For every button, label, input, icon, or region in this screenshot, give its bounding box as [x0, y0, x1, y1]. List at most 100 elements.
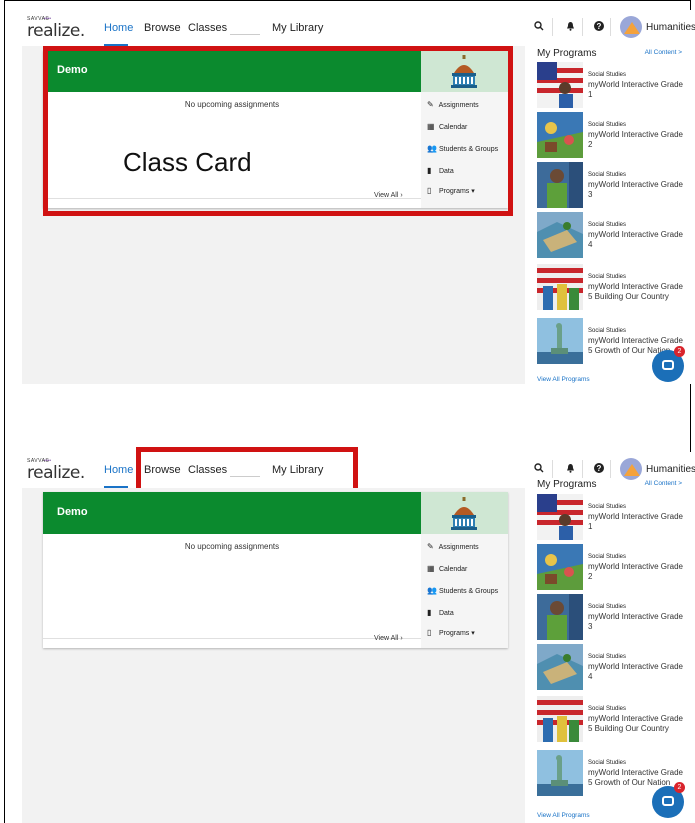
program-grade-5-building[interactable]: Social Studies myWorld Interactive Grade…: [537, 696, 687, 742]
program-subject: Social Studies: [588, 760, 627, 766]
view-all-programs-link[interactable]: View All Programs: [537, 812, 590, 819]
class-card-header[interactable]: Demo: [43, 492, 421, 534]
program-grade-3[interactable]: Social Studies myWorld Interactive Grade…: [537, 162, 687, 208]
program-grade-1[interactable]: Social Studies myWorld Interactive Grade…: [537, 62, 687, 108]
nav-home[interactable]: Home: [104, 464, 133, 476]
view-all-programs-link[interactable]: View All Programs: [537, 376, 590, 383]
program-grade-4[interactable]: Social Studies myWorld Interactive Grade…: [537, 212, 687, 258]
logo-word: realize.: [27, 463, 85, 483]
my-programs-title: My Programs: [537, 48, 597, 59]
programs-dropdown[interactable]: ▯ Programs ▾: [427, 628, 475, 637]
students-groups-label: Students & Groups: [438, 588, 499, 595]
programs-icon: ▯: [427, 628, 432, 637]
toolbar-separator: [552, 18, 553, 36]
avatar-shape: [624, 22, 640, 34]
program-subject: Social Studies: [588, 554, 627, 560]
program-thumbnail: [537, 750, 583, 796]
program-grade-1[interactable]: Social Studies myWorld Interactive Grade…: [537, 494, 687, 540]
program-name: myWorld Interactive Grade 5 Building Our…: [588, 282, 683, 301]
program-grade-2[interactable]: Social Studies myWorld Interactive Grade…: [537, 112, 687, 158]
program-name: myWorld Interactive Grade 4: [588, 662, 683, 681]
assignments-label: Assignments: [438, 544, 479, 551]
bell-icon[interactable]: [566, 463, 575, 476]
class-card-highlight: [43, 46, 513, 216]
assignments-icon: ✎: [427, 542, 434, 551]
program-grade-5-building[interactable]: Social Studies myWorld Interactive Grade…: [537, 264, 687, 310]
no-upcoming-assignments: No upcoming assignments: [184, 542, 280, 551]
bell-icon[interactable]: [566, 21, 575, 34]
program-name: myWorld Interactive Grade 3: [588, 180, 683, 199]
program-thumbnail: [537, 318, 583, 364]
program-thumbnail: [537, 112, 583, 158]
program-thumbnail: [537, 212, 583, 258]
class-title[interactable]: Demo: [57, 506, 88, 518]
top-navigation-bar: SAVVAS •••• realize. Home Browse Classes…: [22, 10, 695, 47]
avatar[interactable]: [620, 458, 642, 480]
toolbar-separator: [610, 18, 611, 36]
all-content-link[interactable]: All Content >: [645, 49, 682, 56]
program-grade-2[interactable]: Social Studies myWorld Interactive Grade…: [537, 544, 687, 590]
nav-classes[interactable]: Classes: [188, 22, 227, 34]
program-name: myWorld Interactive Grade 5 Growth of Ou…: [588, 768, 683, 787]
svg-text:?: ?: [597, 464, 602, 473]
assignments-link[interactable]: ✎ Assignments: [427, 542, 479, 551]
program-name: myWorld Interactive Grade 4: [588, 230, 683, 249]
realize-logo[interactable]: SAVVAS •••• realize.: [27, 16, 85, 41]
program-grade-3[interactable]: Social Studies myWorld Interactive Grade…: [537, 594, 687, 640]
search-icon[interactable]: [534, 21, 544, 34]
data-label: Data: [438, 610, 454, 617]
nav-my-library[interactable]: My Library: [272, 22, 323, 34]
program-name: myWorld Interactive Grade 2: [588, 562, 683, 581]
program-subject: Social Studies: [588, 654, 627, 660]
help-icon[interactable]: ?: [594, 21, 604, 34]
students-groups-link[interactable]: 👥 Students & Groups: [427, 586, 498, 595]
class-card-image: [421, 492, 508, 534]
screenshot-bottom: SAVVAS •••• realize. Home Browse Classes…: [22, 447, 695, 823]
card-footer-divider: [43, 638, 421, 639]
program-name: myWorld Interactive Grade 5 Building Our…: [588, 714, 683, 733]
toolbar-separator: [582, 460, 583, 478]
chat-badge: 2: [674, 782, 685, 793]
program-subject: Social Studies: [588, 504, 627, 510]
program-thumbnail: [537, 494, 583, 540]
user-menu[interactable]: Humanities ▾: [646, 22, 695, 33]
all-content-link[interactable]: All Content >: [645, 480, 682, 487]
program-subject: Social Studies: [588, 172, 627, 178]
my-programs-title: My Programs: [537, 479, 597, 490]
class-card-actions: ✎ Assignments ▦ Calendar 👥 Students & Gr…: [421, 534, 508, 648]
program-name: myWorld Interactive Grade 2: [588, 130, 683, 149]
nav-browse[interactable]: Browse: [144, 22, 181, 34]
program-subject: Social Studies: [588, 222, 627, 228]
realize-logo[interactable]: SAVVAS •••• realize.: [27, 458, 85, 483]
program-thumbnail: [537, 644, 583, 690]
toolbar-separator: [610, 460, 611, 478]
view-all-link[interactable]: View All ›: [374, 635, 403, 642]
chat-icon: [662, 360, 674, 370]
program-thumbnail: [537, 544, 583, 590]
chat-icon: [662, 796, 674, 806]
data-link[interactable]: ▮ Data: [427, 608, 454, 617]
program-name: myWorld Interactive Grade 1: [588, 80, 683, 99]
toolbar-separator: [552, 460, 553, 478]
class-card[interactable]: Demo No upcoming assignments ✎ Assignmen…: [43, 492, 508, 648]
chat-button[interactable]: 2: [652, 782, 685, 818]
program-subject: Social Studies: [588, 274, 627, 280]
calendar-link[interactable]: ▦ Calendar: [427, 564, 467, 573]
logo-word: realize.: [27, 21, 85, 41]
students-icon: 👥: [427, 586, 437, 595]
calendar-icon: ▦: [427, 564, 435, 573]
program-thumbnail: [537, 62, 583, 108]
program-grade-4[interactable]: Social Studies myWorld Interactive Grade…: [537, 644, 687, 690]
toolbar-separator: [582, 18, 583, 36]
program-name: myWorld Interactive Grade 3: [588, 612, 683, 631]
program-subject: Social Studies: [588, 706, 627, 712]
nav-home[interactable]: Home: [104, 22, 133, 34]
program-thumbnail: [537, 162, 583, 208]
avatar[interactable]: [620, 16, 642, 38]
my-programs-sidebar: My Programs All Content > Social Studies…: [532, 46, 692, 384]
user-menu[interactable]: Humanities ▾: [646, 464, 695, 475]
chat-button[interactable]: 2: [652, 346, 685, 382]
program-thumbnail: [537, 696, 583, 742]
search-icon[interactable]: [534, 463, 544, 476]
help-icon[interactable]: ?: [594, 463, 604, 476]
